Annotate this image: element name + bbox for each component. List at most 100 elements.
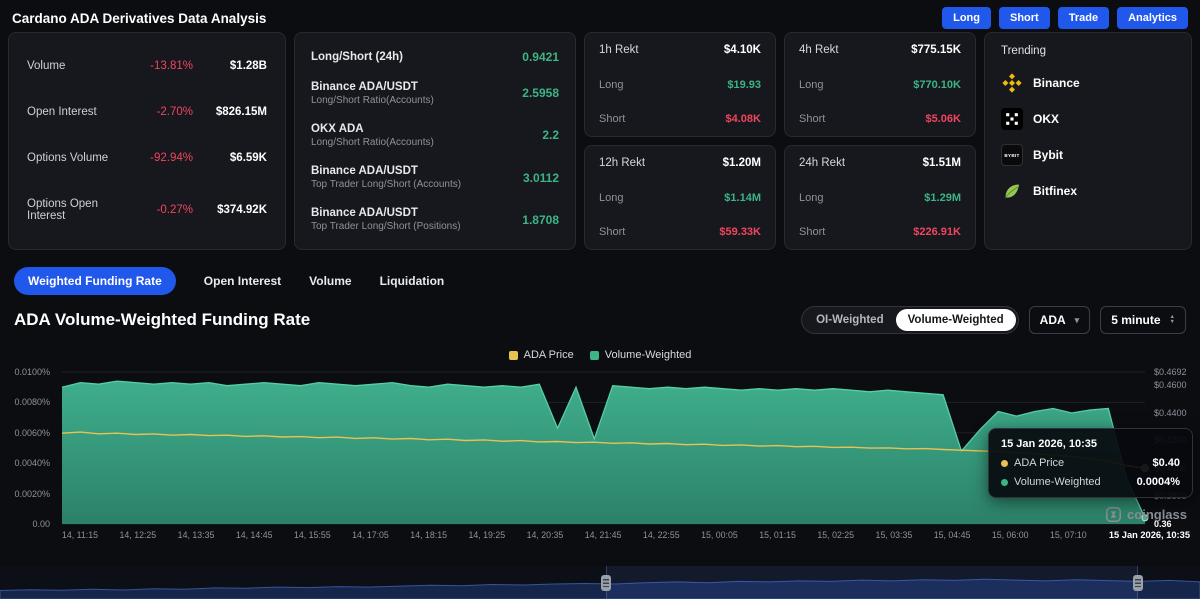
rekt-short-value: $59.33K xyxy=(719,226,761,238)
rekt-short-label: Short xyxy=(799,226,825,238)
tooltip-value: 0.0004% xyxy=(1137,476,1180,488)
tab-volume[interactable]: Volume xyxy=(309,274,351,288)
ratio-labels: Binance ADA/USDT Long/Short Ratio(Account… xyxy=(311,81,522,106)
symbol-select-value: ADA xyxy=(1040,313,1066,327)
legend-item: ADA Price xyxy=(509,349,574,361)
chart-tooltip: 15 Jan 2026, 10:35 ADA Price$0.40Volume-… xyxy=(988,428,1193,498)
x-axis-label: 14, 21:45 xyxy=(585,530,622,540)
watermark-text: coinglass xyxy=(1127,507,1187,522)
stat-change: -13.81% xyxy=(131,60,193,72)
tooltip-value: $0.40 xyxy=(1152,457,1180,469)
rekt-long-value: $1.29M xyxy=(924,192,961,204)
symbol-select[interactable]: ADA ▾ xyxy=(1029,306,1091,334)
navigator-selected-window[interactable] xyxy=(606,566,1138,599)
rekt-card-header: 1h Rekt$4.10K xyxy=(599,44,761,56)
stat-row: Options Open Interest-0.27%$374.92K xyxy=(27,198,267,222)
main-chart-svg xyxy=(62,372,1145,524)
exchange-name: OKX xyxy=(1033,112,1059,126)
rekt-card: 4h Rekt$775.15KLong$770.10KShort$5.06K xyxy=(784,32,976,137)
rekt-long-value: $1.14M xyxy=(724,192,761,204)
rekt-long-value: $770.10K xyxy=(913,79,961,91)
chart-plot-area[interactable]: 0.0100%0.0080%0.0060%0.0040%0.0020%0.00 … xyxy=(62,372,1145,524)
ratio-labels: Binance ADA/USDTTop Trader Long/Short (A… xyxy=(311,165,523,190)
legend-swatch xyxy=(509,351,518,360)
x-axis-label: 14, 19:25 xyxy=(468,530,505,540)
stats-panel: Volume-13.81%$1.28BOpen Interest-2.70%$8… xyxy=(8,32,286,250)
stat-row: Options Volume-92.94%$6.59K xyxy=(27,152,267,164)
stepper-arrows-icon: ▲▼ xyxy=(1170,315,1175,324)
ratio-row: OKX ADALong/Short Ratio(Accounts)2.2 xyxy=(311,123,559,148)
interval-select[interactable]: 5 minute ▲▼ xyxy=(1100,306,1186,334)
chart-legend: ADA PriceVolume-Weighted xyxy=(0,348,1200,362)
left-axis-tick: 0.0020% xyxy=(14,489,50,499)
trade-button[interactable]: Trade xyxy=(1058,7,1109,29)
rekt-card-header: 12h Rekt$1.20M xyxy=(599,157,761,169)
rekt-short-row: Short$226.91K xyxy=(799,226,961,238)
legend-swatch xyxy=(590,351,599,360)
tooltip-date: 15 Jan 2026, 10:35 xyxy=(1001,438,1180,450)
trending-item-bitfinex[interactable]: Bitfinex xyxy=(1001,173,1175,209)
x-axis-label: 15, 06:00 xyxy=(992,530,1029,540)
chart-tabs: Weighted Funding Rate Open Interest Volume… xyxy=(14,266,1186,296)
ratio-sublabel: Top Trader Long/Short (Accounts) xyxy=(311,179,523,190)
stat-label: Options Volume xyxy=(27,152,131,164)
trending-list: Binance OKX BYBITBybitBitfinex xyxy=(1001,65,1175,209)
short-button[interactable]: Short xyxy=(999,7,1050,29)
rekt-short-row: Short$5.06K xyxy=(799,113,961,125)
left-axis-tick: 0.0040% xyxy=(14,458,50,468)
rekt-long-value: $19.93 xyxy=(727,79,761,91)
long-button[interactable]: Long xyxy=(942,7,991,29)
navigator-handle-left[interactable] xyxy=(601,575,611,591)
left-axis-tick: 0.0060% xyxy=(14,428,50,438)
rekt-long-label: Long xyxy=(599,192,623,204)
trending-item-bybit[interactable]: BYBITBybit xyxy=(1001,137,1175,173)
x-axis: 14, 11:1514, 12:2514, 13:3514, 14:4514, … xyxy=(62,530,1145,543)
chart-controls: OI-WeightedVolume-Weighted ADA ▾ 5 minut… xyxy=(801,306,1186,334)
oi-weighted-toggle[interactable]: OI-Weighted xyxy=(804,309,896,331)
stat-change: -0.27% xyxy=(131,204,193,216)
long-short-ratios-panel: Long/Short (24h)0.9421Binance ADA/USDTLo… xyxy=(294,32,576,250)
rekt-card-header: 24h Rekt$1.51M xyxy=(799,157,961,169)
topbar-actions: Long Short Trade Analytics xyxy=(942,7,1188,29)
x-axis-label: 15, 01:15 xyxy=(759,530,796,540)
range-navigator[interactable] xyxy=(0,566,1200,599)
ratio-label: Binance ADA/USDT xyxy=(311,81,522,93)
rekt-long-row: Long $1.14M xyxy=(599,192,761,204)
coinglass-watermark: coinglass xyxy=(1106,507,1187,522)
rekt-long-label: Long xyxy=(599,79,623,91)
x-axis-label: 15, 00:05 xyxy=(701,530,738,540)
tab-liquidation[interactable]: Liquidation xyxy=(380,274,445,288)
x-axis-label: 14, 22:55 xyxy=(643,530,680,540)
ratio-value: 2.2 xyxy=(542,128,559,142)
rekt-short-label: Short xyxy=(599,113,625,125)
analytics-button[interactable]: Analytics xyxy=(1117,7,1188,29)
coinglass-logo-icon xyxy=(1106,507,1121,522)
trending-item-binance[interactable]: Binance xyxy=(1001,65,1175,101)
ratio-sublabel: Long/Short Ratio(Accounts) xyxy=(311,137,542,148)
rekt-short-value: $4.08K xyxy=(726,113,761,125)
rekt-card: 12h Rekt$1.20MLong$1.14MShort$59.33K xyxy=(584,145,776,250)
rekt-title: 24h Rekt xyxy=(799,157,845,169)
stat-value: $1.28B xyxy=(193,60,267,72)
rekt-title: 4h Rekt xyxy=(799,44,839,56)
x-axis-label: 14, 15:55 xyxy=(294,530,331,540)
x-axis-label: 14, 13:35 xyxy=(178,530,215,540)
navigator-handle-right[interactable] xyxy=(1133,575,1143,591)
x-axis-label: 15, 03:35 xyxy=(876,530,913,540)
x-axis-label: 15, 07:10 xyxy=(1050,530,1087,540)
trending-item-okx[interactable]: OKX xyxy=(1001,101,1175,137)
left-axis-tick: 0.0080% xyxy=(14,397,50,407)
x-axis-label: 14, 12:25 xyxy=(120,530,157,540)
volume-weighted-toggle[interactable]: Volume-Weighted xyxy=(896,309,1016,331)
rekt-short-label: Short xyxy=(799,113,825,125)
tab-open-interest[interactable]: Open Interest xyxy=(204,274,281,288)
rekt-total: $1.20M xyxy=(723,157,761,169)
ratio-labels: OKX ADALong/Short Ratio(Accounts) xyxy=(311,123,542,148)
ratio-sublabel: Long/Short Ratio(Accounts) xyxy=(311,95,522,106)
rekt-card: 24h Rekt$1.51MLong$1.29MShort$226.91K xyxy=(784,145,976,250)
tab-weighted-funding-rate[interactable]: Weighted Funding Rate xyxy=(14,267,176,295)
x-axis-label: 15, 04:45 xyxy=(934,530,971,540)
okx-icon xyxy=(1001,108,1023,130)
rekt-short-row: Short $4.08K xyxy=(599,113,761,125)
ratio-label: Long/Short (24h) xyxy=(311,51,522,63)
